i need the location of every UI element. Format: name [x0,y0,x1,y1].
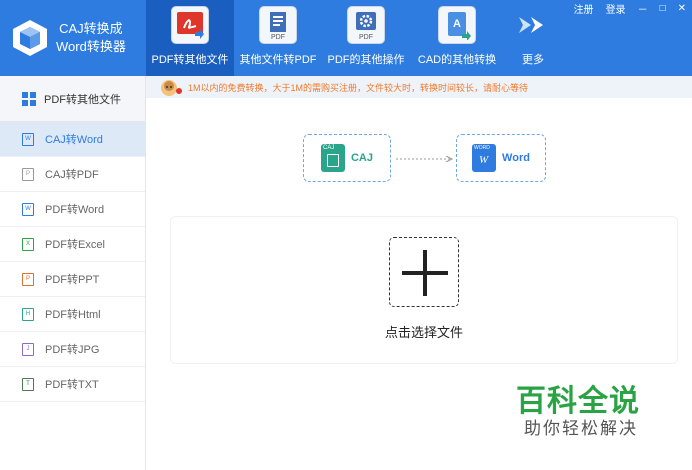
sidebar-item-caj-pdf[interactable]: P CAJ转PDF [0,157,145,192]
notice-bar: 1M以内的免费转换，大于1M的需购买注册，文件较大时，转换时间较长，请耐心等待 [146,76,692,98]
svg-text:A: A [453,18,461,30]
word-file-icon: W [22,202,34,216]
sidebar-item-label: CAJ转Word [45,134,103,146]
tab-more[interactable]: 更多 [504,0,562,76]
tab-other-to-pdf[interactable]: PDF 其他文件转PDF [234,0,322,76]
sidebar-header-label: PDF转其他文件 [44,93,121,106]
app-title-line1: CAJ转换成 [59,21,123,36]
sidebar-item-pdf-word[interactable]: W PDF转Word [0,192,145,227]
sidebar-item-pdf-jpg[interactable]: J PDF转JPG [0,332,145,367]
tab-label: PDF的其他操作 [327,54,405,66]
jpg-file-icon: J [22,342,34,356]
excel-file-icon: X [22,237,34,251]
tab-label: CAD的其他转换 [417,54,497,66]
ppt-file-icon: P [22,272,34,286]
source-format-label: CAJ [350,152,373,164]
close-icon[interactable]: ✕ [672,3,692,14]
sidebar-item-label: PDF转JPG [45,344,100,356]
sidebar-item-pdf-excel[interactable]: X PDF转Excel [0,227,145,262]
target-format-box: WORD W Word [456,134,546,182]
app-title-line2: Word转换器 [56,39,126,54]
txt-file-icon: T [22,377,34,391]
svg-text:PDF: PDF [359,34,373,40]
mascot-icon [161,80,182,96]
caj-word-icon: W [22,132,34,146]
sidebar-item-pdf-txt[interactable]: T PDF转TXT [0,367,145,402]
minimize-icon[interactable]: － [632,1,654,16]
tab-label: 其他文件转PDF [239,54,317,66]
target-format-label: Word [502,152,530,164]
html-file-icon: H [22,307,34,321]
cube-logo-icon [13,20,47,56]
caj-pdf-icon: P [22,167,34,181]
sidebar-header: PDF转其他文件 [0,76,145,122]
sidebar-item-pdf-html[interactable]: H PDF转Html [0,297,145,332]
caj-file-icon: CAJ [320,144,345,172]
register-link[interactable]: 注册 [568,1,600,16]
double-arrow-icon [514,6,552,44]
sidebar-item-label: PDF转TXT [45,379,99,391]
arrow-right-icon [396,156,454,162]
login-link[interactable]: 登录 [600,1,632,16]
top-toolbar: CAJ转换成 Word转换器 PDF转其他文件 PDF 其他文件转PDF PDF… [0,0,692,76]
watermark-subtitle: 助你轻松解决 [524,419,638,438]
sidebar-item-label: PDF转PPT [45,274,100,286]
sidebar-item-label: CAJ转PDF [45,169,99,181]
notice-text: 1M以内的免费转换，大于1M的需购买注册，文件较大时，转换时间较长，请耐心等待 [188,82,529,93]
tab-cad-convert[interactable]: A CAD的其他转换 [410,0,504,76]
sidebar-item-label: PDF转Word [45,204,105,216]
document-to-pdf-icon: PDF [259,6,297,44]
tab-pdf-other-ops[interactable]: PDF PDF的其他操作 [322,0,410,76]
sidebar: PDF转其他文件 W CAJ转Word P CAJ转PDF W PDF转Word… [0,76,146,470]
tab-label: 更多 [522,54,544,66]
word-file-icon: WORD W [472,144,497,172]
tab-pdf-to-other[interactable]: PDF转其他文件 [146,0,234,76]
tool-tabs: PDF转其他文件 PDF 其他文件转PDF PDF PDF的其他操作 A CAD… [146,0,562,76]
select-file-label[interactable]: 点击选择文件 [364,322,484,341]
pdf-gear-icon: PDF [347,6,385,44]
tab-label: PDF转其他文件 [151,54,229,66]
sidebar-item-caj-word[interactable]: W CAJ转Word [0,122,145,157]
pdf-acrobat-icon [171,6,209,44]
cad-file-icon: A [438,6,476,44]
maximize-icon[interactable]: □ [654,3,672,14]
caj-badge: CAJ [322,145,335,151]
svg-text:PDF: PDF [271,34,285,40]
add-file-button[interactable] [389,237,459,307]
grid-icon [22,91,36,106]
sidebar-item-pdf-ppt[interactable]: P PDF转PPT [0,262,145,297]
app-logo: CAJ转换成 Word转换器 [0,0,146,76]
source-format-box: CAJ CAJ [303,134,391,182]
window-controls: 注册 登录 － □ ✕ [568,0,692,16]
sidebar-item-label: PDF转Excel [45,239,105,251]
word-badge: WORD [474,145,490,151]
sidebar-item-label: PDF转Html [45,309,101,321]
